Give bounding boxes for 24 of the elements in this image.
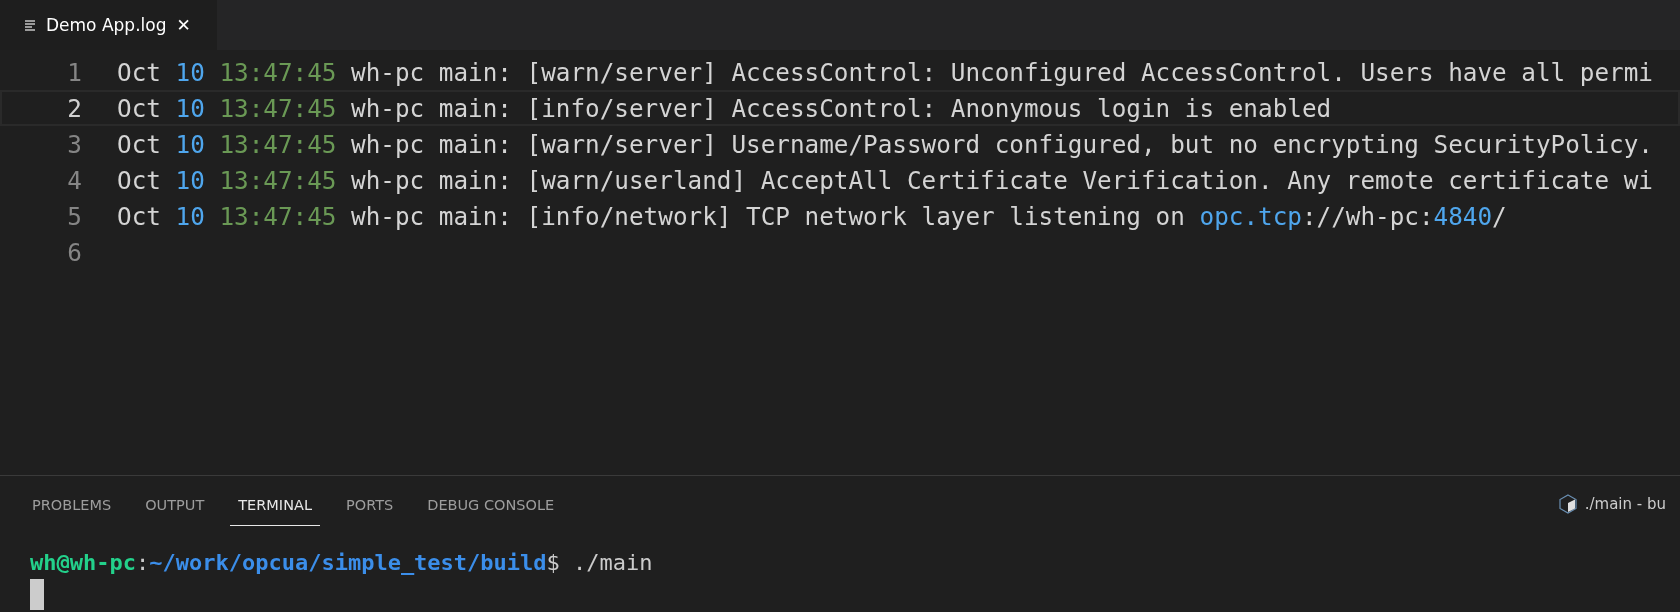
line-number: 1 — [66, 57, 83, 87]
log-line: Oct 10 13:47:45 wh-pc main: [warn/userland] AcceptAll Certificate Verification. Any remote certificate wi — [117, 165, 1653, 195]
terminal-instance-label[interactable]: ./main - bu — [1584, 495, 1666, 513]
terminal-prompt: wh@wh-pc:~/work/opcua/simple_test/build$ ./main — [30, 550, 653, 575]
panel-tab[interactable]: OUTPUT — [137, 482, 213, 526]
tab-title: Demo App.log — [46, 15, 167, 35]
panel-tab[interactable]: TERMINAL — [230, 482, 320, 526]
panel-tab[interactable]: PORTS — [338, 482, 402, 526]
cube-icon — [1558, 494, 1577, 514]
line-number: 6 — [66, 237, 83, 267]
editor-tab[interactable]: Demo App.log ✕ — [0, 0, 217, 50]
log-line: Oct 10 13:47:45 wh-pc main: [info/server] AccessControl: Anonymous login is enabled — [117, 93, 1332, 123]
log-line: Oct 10 13:47:45 wh-pc main: [info/network] TCP network layer listening on opc.tcp://wh-pc:4840/ — [117, 201, 1507, 231]
log-line: Oct 10 13:47:45 wh-pc main: [warn/server] Username/Password configured, but no encrypting SecurityPolicy. — [117, 129, 1653, 159]
log-line: Oct 10 13:47:45 wh-pc main: [warn/server] AccessControl: Unconfigured AccessControl. Users have all permi — [117, 57, 1653, 87]
close-button[interactable]: ✕ — [176, 15, 191, 35]
line-number: 5 — [66, 201, 83, 231]
line-number: 2 — [66, 93, 83, 123]
line-number: 4 — [66, 165, 83, 195]
terminal-cursor — [30, 579, 44, 610]
panel-tab[interactable]: PROBLEMS — [24, 482, 120, 526]
panel-tab[interactable]: DEBUG CONSOLE — [419, 482, 563, 526]
line-number: 3 — [66, 129, 83, 159]
file-lines-icon — [24, 19, 36, 31]
